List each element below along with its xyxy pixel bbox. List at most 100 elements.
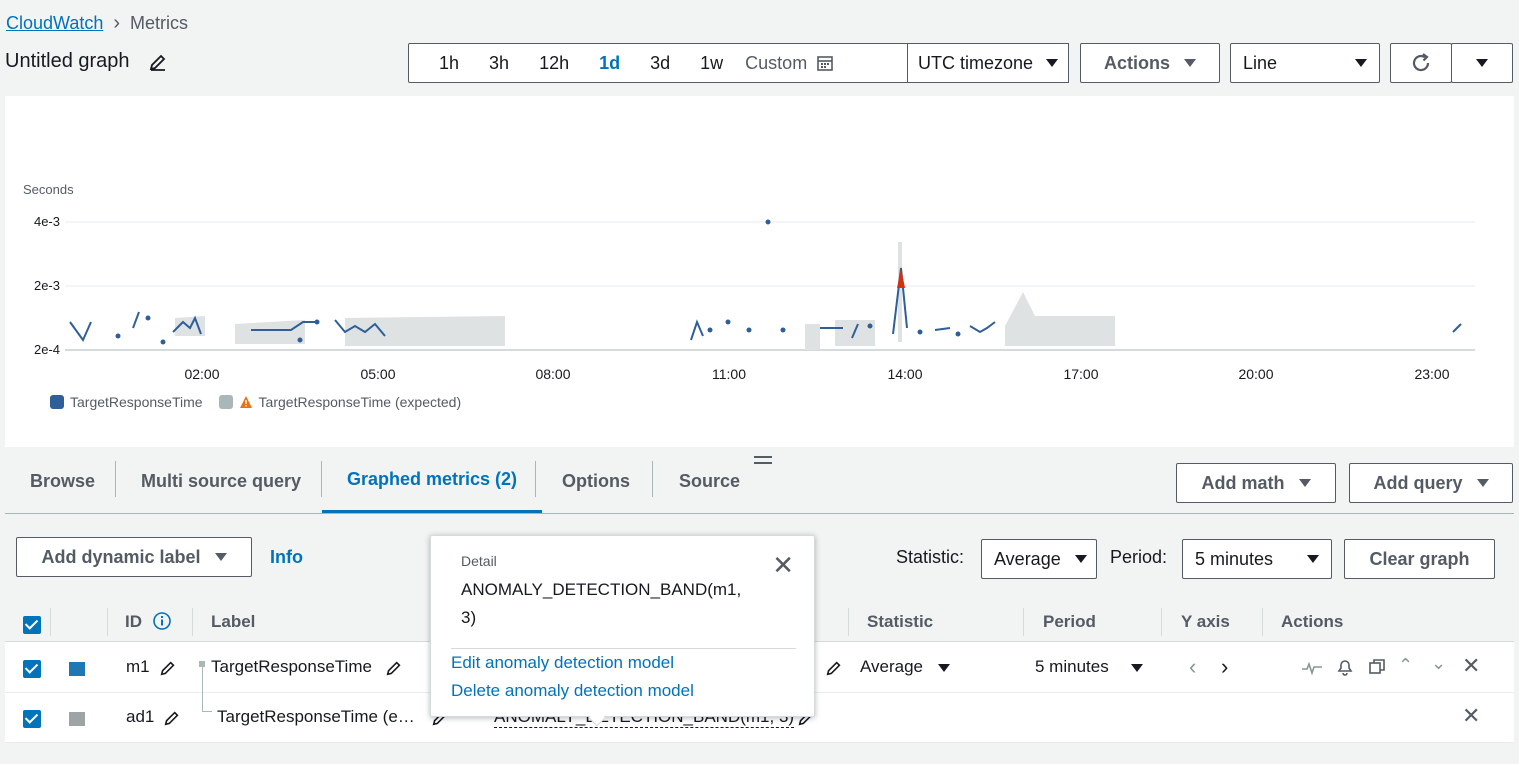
header-divider xyxy=(848,608,849,636)
row-label: TargetResponseTime xyxy=(211,657,372,676)
edit-title-icon[interactable] xyxy=(148,52,168,72)
edit-anomaly-model-link[interactable]: Edit anomaly detection model xyxy=(451,653,674,673)
y-tick-label: 2e-4 xyxy=(34,342,60,357)
time-range-selector: 1h 3h 12h 1d 3d 1w Custom xyxy=(408,43,908,83)
duplicate-icon[interactable] xyxy=(1367,657,1387,677)
header-divider xyxy=(1262,608,1263,636)
chart-type-select[interactable]: Line xyxy=(1230,43,1380,83)
add-math-label: Add math xyxy=(1201,472,1285,493)
x-tick-label: 14:00 xyxy=(887,366,922,382)
actions-label: Actions xyxy=(1103,52,1170,73)
period-label: Period: xyxy=(1110,547,1168,567)
header-period[interactable]: Period xyxy=(1043,612,1096,632)
y-axis-right-icon[interactable]: › xyxy=(1221,654,1228,680)
custom-range-button[interactable]: Custom xyxy=(745,53,833,74)
add-math-button[interactable]: Add math xyxy=(1176,463,1336,503)
header-id[interactable]: ID xyxy=(125,612,171,632)
tab-graphed-metrics[interactable]: Graphed metrics (2) xyxy=(322,449,543,513)
tab-multi-source-query[interactable]: Multi source query xyxy=(116,449,326,513)
x-tick-label: 20:00 xyxy=(1238,366,1273,382)
range-3d[interactable]: 3d xyxy=(650,53,670,74)
series-color-swatch[interactable] xyxy=(69,712,85,726)
tab-browse[interactable]: Browse xyxy=(5,449,120,513)
range-1w[interactable]: 1w xyxy=(700,53,723,74)
row-period-value: 5 minutes xyxy=(1035,657,1109,676)
breadcrumb-current: Metrics xyxy=(130,13,189,33)
row-period[interactable]: 5 minutes xyxy=(1035,657,1144,677)
x-tick-label: 05:00 xyxy=(360,366,395,382)
range-3h[interactable]: 3h xyxy=(489,53,509,74)
refresh-options-button[interactable] xyxy=(1451,43,1513,83)
x-tick-label: 17:00 xyxy=(1063,366,1098,382)
header-actions[interactable]: Actions xyxy=(1281,612,1343,632)
add-dynamic-label-button[interactable]: Add dynamic label xyxy=(16,537,252,577)
caret-down-icon xyxy=(1298,479,1311,487)
y-axis-left-icon[interactable]: ‹ xyxy=(1189,654,1196,680)
edit-id-icon[interactable] xyxy=(159,659,177,677)
anomaly-detection-icon[interactable] xyxy=(1301,659,1323,677)
bell-icon[interactable] xyxy=(1335,657,1355,677)
range-12h[interactable]: 12h xyxy=(539,53,569,74)
close-icon[interactable]: ✕ xyxy=(772,550,794,581)
info-link[interactable]: Info xyxy=(270,547,303,568)
remove-icon[interactable]: ✕ xyxy=(1462,703,1480,729)
detail-popover: Detail ANOMALY_DETECTION_BAND(m1, 3) ✕ E… xyxy=(430,535,815,727)
row-statistic[interactable]: Average xyxy=(860,657,950,677)
refresh-icon xyxy=(1412,53,1430,72)
edit-details-icon[interactable] xyxy=(825,659,843,677)
row-checkbox[interactable] xyxy=(23,710,41,728)
add-query-button[interactable]: Add query xyxy=(1349,463,1513,503)
legend-series-2[interactable]: TargetResponseTime (expected) xyxy=(259,394,462,410)
x-tick-label: 02:00 xyxy=(184,366,219,382)
info-icon[interactable] xyxy=(152,612,171,630)
timezone-label: UTC timezone xyxy=(918,52,1034,73)
range-1d[interactable]: 1d xyxy=(599,53,620,74)
move-up-icon[interactable]: ⌃ xyxy=(1398,655,1413,676)
calendar-icon xyxy=(817,56,833,71)
row-connector xyxy=(202,711,212,712)
header-divider xyxy=(107,608,108,636)
edit-id-icon[interactable] xyxy=(163,709,181,727)
header-divider xyxy=(50,608,51,636)
actions-button[interactable]: Actions xyxy=(1080,43,1220,83)
move-down-icon[interactable]: ⌄ xyxy=(1431,653,1446,674)
row-id: ad1 xyxy=(126,707,155,726)
header-id-text: ID xyxy=(125,612,142,631)
timezone-select[interactable]: UTC timezone xyxy=(907,43,1069,83)
header-label[interactable]: Label xyxy=(211,612,255,632)
remove-icon[interactable]: ✕ xyxy=(1462,653,1480,679)
row-checkbox[interactable] xyxy=(23,660,41,678)
legend-swatch[interactable] xyxy=(218,395,233,409)
popover-detail-label: Detail xyxy=(461,553,497,569)
popover-detail-value: ANOMALY_DETECTION_BAND(m1, 3) xyxy=(461,580,742,627)
breadcrumb-cloudwatch-link[interactable]: CloudWatch xyxy=(6,13,103,34)
legend-swatch[interactable] xyxy=(50,395,64,409)
select-all-checkbox[interactable] xyxy=(23,616,41,634)
legend-series-1[interactable]: TargetResponseTime xyxy=(70,394,203,410)
caret-down-icon xyxy=(1131,664,1144,672)
header-yaxis[interactable]: Y axis xyxy=(1181,612,1230,632)
row-connector xyxy=(202,667,203,711)
resize-handle[interactable] xyxy=(754,452,772,468)
edit-label-icon[interactable] xyxy=(385,659,403,677)
row-statistic-value: Average xyxy=(860,657,924,676)
y-tick-label: 2e-3 xyxy=(34,278,60,293)
header-statistic[interactable]: Statistic xyxy=(867,612,933,632)
add-query-label: Add query xyxy=(1373,472,1463,493)
tab-options[interactable]: Options xyxy=(537,449,655,513)
period-select[interactable]: 5 minutes xyxy=(1182,539,1332,579)
caret-down-icon xyxy=(1476,59,1488,67)
period-value: 5 minutes xyxy=(1195,548,1274,569)
chart-type-value: Line xyxy=(1243,52,1278,73)
popover-divider xyxy=(451,648,796,649)
caret-down-icon xyxy=(937,664,950,672)
header-divider xyxy=(192,608,193,636)
delete-anomaly-model-link[interactable]: Delete anomaly detection model xyxy=(451,681,694,701)
statistic-select[interactable]: Average xyxy=(981,539,1097,579)
refresh-button[interactable] xyxy=(1390,43,1452,83)
series-color-swatch[interactable] xyxy=(69,662,85,676)
tab-source[interactable]: Source xyxy=(654,449,765,513)
range-1h[interactable]: 1h xyxy=(439,53,459,74)
clear-graph-button[interactable]: Clear graph xyxy=(1344,539,1495,579)
caret-down-icon xyxy=(1307,555,1319,563)
